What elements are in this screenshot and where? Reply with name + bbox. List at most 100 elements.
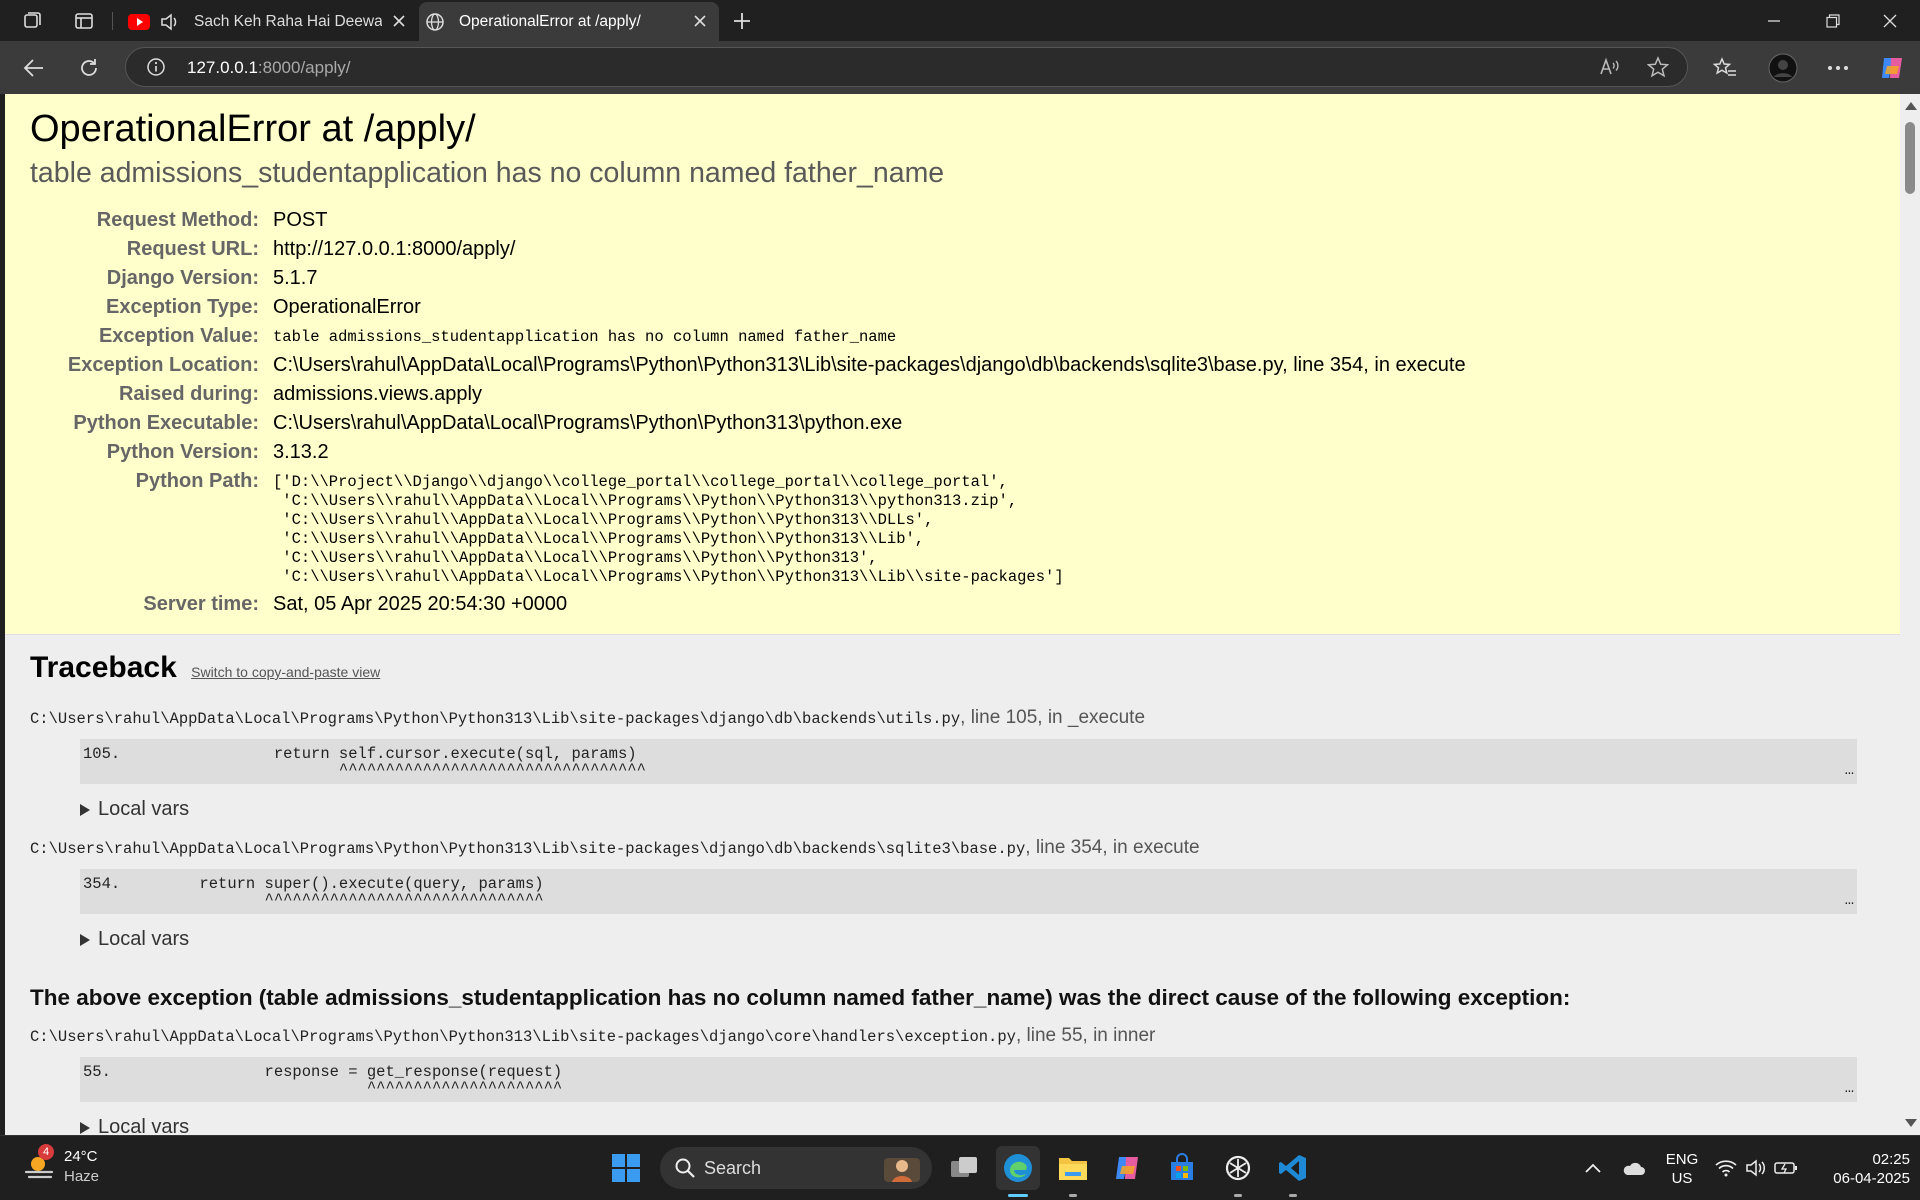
meta-value: admissions.views.apply [273, 383, 482, 405]
traceback-frame: C:\Users\rahul\AppData\Local\Programs\Py… [30, 1025, 1875, 1135]
file-explorer-icon[interactable] [1051, 1146, 1095, 1190]
running-app-indicator [1289, 1194, 1297, 1197]
youtube-icon [128, 13, 150, 30]
speaker-icon[interactable] [160, 12, 180, 31]
tab-actions-icon[interactable] [66, 4, 102, 38]
windows-taskbar: 4 24°C Haze Search ENG US 02:25 06-04-20… [0, 1135, 1920, 1200]
meta-value: table admissions_studentapplication has … [273, 328, 897, 346]
start-button[interactable] [604, 1146, 648, 1190]
code-context[interactable]: 354. return super().execute(query, param… [80, 869, 1857, 914]
meta-label: Exception Type: [106, 296, 259, 318]
page-scrollbar[interactable] [1900, 94, 1920, 1135]
more-options-icon[interactable] [1820, 50, 1856, 86]
scroll-up-arrow-icon[interactable] [1905, 102, 1917, 110]
expand-context-icon[interactable]: … [1845, 1079, 1854, 1097]
show-hidden-icons-chevron-icon[interactable] [1578, 1136, 1608, 1200]
clock-date: 06-04-2025 [1833, 1170, 1910, 1187]
active-app-indicator [1008, 1194, 1028, 1197]
close-window-button[interactable] [1858, 0, 1920, 41]
profile-avatar[interactable] [1765, 50, 1801, 86]
favorites-icon[interactable] [1707, 50, 1743, 86]
frame-file-path: C:\Users\rahul\AppData\Local\Programs\Py… [30, 1028, 1016, 1046]
volume-icon[interactable] [1742, 1136, 1770, 1200]
close-tab-icon[interactable] [691, 12, 709, 30]
edge-icon[interactable] [996, 1146, 1040, 1190]
language-indicator[interactable]: ENG US [1660, 1150, 1704, 1188]
local-vars-label: Local vars [98, 928, 190, 950]
tab-title: Sach Keh Raha Hai Deewana [194, 12, 382, 30]
meta-row: Python Path: ['D:\\Project\\Django\\djang… [30, 468, 1466, 591]
minimize-button[interactable] [1742, 0, 1806, 41]
meta-row: Python Executable: C:\Users\rahul\AppData… [30, 410, 1466, 439]
code-context[interactable]: 55. response = get_response(request) ^^^… [80, 1057, 1857, 1102]
weather-widget[interactable]: 4 24°C Haze [20, 1144, 110, 1192]
meta-row: Django Version: 5.1.7 [30, 265, 1466, 294]
back-button[interactable] [16, 50, 52, 86]
meta-label: Raised during: [118, 383, 259, 405]
workspaces-icon[interactable] [14, 4, 50, 38]
system-clock[interactable]: 02:25 06-04-2025 [1800, 1150, 1910, 1188]
local-vars-toggle[interactable]: Local vars [80, 928, 1875, 951]
tab-operational-error[interactable]: OperationalError at /apply/ [419, 2, 719, 41]
local-vars-toggle[interactable]: Local vars [80, 1116, 1875, 1135]
taskbar-search[interactable]: Search [660, 1147, 932, 1189]
onedrive-cloud-icon[interactable] [1618, 1136, 1648, 1200]
meta-label: Python Executable: [73, 412, 259, 434]
local-vars-label: Local vars [98, 798, 190, 820]
scroll-down-arrow-icon[interactable] [1905, 1119, 1917, 1127]
traceback-frame: C:\Users\rahul\AppData\Local\Programs\Py… [30, 837, 1875, 951]
search-label: Search [704, 1158, 762, 1178]
meta-row: Python Version: 3.13.2 [30, 439, 1466, 468]
task-view-icon[interactable] [942, 1146, 986, 1190]
copilot-icon[interactable] [1874, 50, 1910, 86]
meta-row: Server time: Sat, 05 Apr 2025 20:54:30 +0… [30, 591, 1466, 620]
meta-row: Request URL: http://127.0.0.1:8000/apply/ [30, 236, 1466, 265]
close-tab-icon[interactable] [390, 12, 408, 30]
scrollbar-thumb[interactable] [1905, 122, 1915, 194]
django-debug-page: OperationalError at /apply/ table admiss… [5, 94, 1900, 1135]
meta-value: C:\Users\rahul\AppData\Local\Programs\Py… [273, 354, 1466, 376]
url-host: 127.0.0.1 [187, 58, 258, 77]
exception-cause-text: The above exception (table admissions_st… [30, 985, 1571, 1010]
traceback-heading: Traceback Switch to copy-and-paste view [30, 651, 1875, 685]
local-vars-label: Local vars [98, 1116, 190, 1135]
meta-row: Raised during: admissions.views.apply [30, 381, 1466, 410]
restore-button[interactable] [1801, 0, 1865, 41]
microsoft-store-icon[interactable] [1160, 1146, 1204, 1190]
running-app-indicator [1234, 1194, 1242, 1197]
meta-value: OperationalError [273, 296, 421, 318]
frame-file-path: C:\Users\rahul\AppData\Local\Programs\Py… [30, 710, 961, 728]
battery-icon[interactable] [1772, 1136, 1800, 1200]
chatgpt-icon[interactable] [1216, 1146, 1260, 1190]
meta-label: Request Method: [96, 209, 259, 231]
code-carets: ^^^^^^^^^^^^^^^^^^^^^ [125, 1079, 563, 1097]
read-aloud-icon[interactable] [1599, 57, 1621, 82]
clock-time: 02:25 [1872, 1151, 1910, 1168]
code-context[interactable]: 105. return self.cursor.execute(sql, par… [80, 739, 1857, 784]
frame-line-info: , line 105, in _execute [960, 707, 1146, 728]
expand-context-icon[interactable]: … [1845, 891, 1854, 909]
code-carets: ^^^^^^^^^^^^^^^^^^^^^^^^^^^^^^ [125, 891, 544, 909]
address-bar[interactable]: 127.0.0.1:8000/apply/ [125, 47, 1688, 87]
expand-context-icon[interactable]: … [1845, 761, 1854, 779]
weather-temp: 24°C [64, 1148, 98, 1165]
meta-value: C:\Users\rahul\AppData\Local\Programs\Py… [273, 412, 903, 434]
vscode-icon[interactable] [1271, 1146, 1315, 1190]
copilot-app-icon[interactable] [1105, 1146, 1149, 1190]
line-number: 55. [83, 1063, 111, 1081]
local-vars-toggle[interactable]: Local vars [80, 798, 1875, 821]
meta-label: Exception Value: [98, 325, 259, 347]
copy-paste-view-link[interactable]: Switch to copy-and-paste view [191, 664, 380, 680]
wifi-icon[interactable] [1712, 1136, 1740, 1200]
site-info-icon[interactable] [146, 57, 166, 82]
tab-youtube[interactable]: Sach Keh Raha Hai Deewana [118, 2, 418, 41]
code-carets: ^^^^^^^^^^^^^^^^^^^^^^^^^^^^^^^^^ [125, 761, 646, 779]
notification-badge: 4 [38, 1144, 54, 1160]
frame-line-info: , line 55, in inner [1015, 1025, 1156, 1046]
search-highlight-icon [882, 1152, 922, 1189]
new-tab-button[interactable] [725, 6, 759, 36]
refresh-button[interactable] [71, 50, 107, 86]
weather-condition: Haze [64, 1168, 100, 1185]
url-text[interactable]: 127.0.0.1:8000/apply/ [187, 58, 351, 78]
favorite-star-icon[interactable] [1646, 56, 1670, 83]
